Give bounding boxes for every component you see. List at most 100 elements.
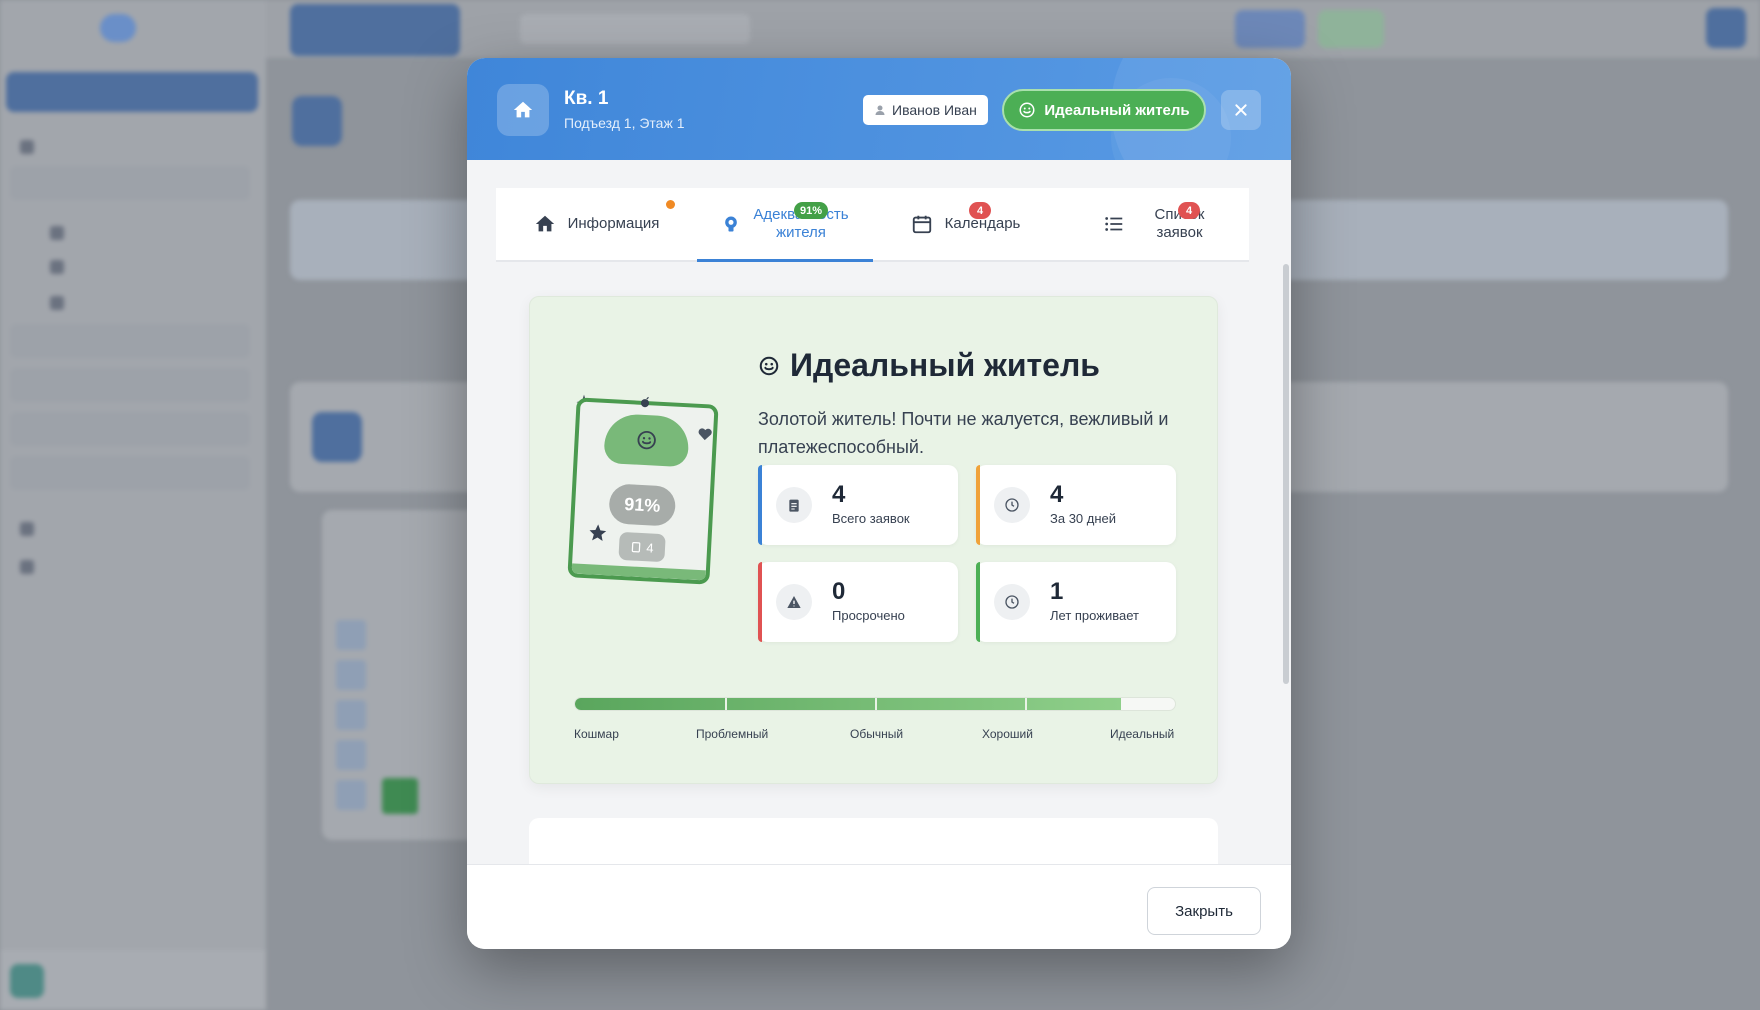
sidebar-item <box>20 518 240 540</box>
home-icon <box>497 84 549 136</box>
stat-value: 0 <box>832 578 846 605</box>
stat-value: 4 <box>832 481 846 508</box>
tab-calendar-badge: 4 <box>969 202 991 219</box>
sidebar-group <box>10 324 250 358</box>
warning-icon <box>787 596 801 608</box>
stat-label: Просрочено <box>832 608 905 623</box>
stat-value: 1 <box>1050 578 1064 605</box>
calendar-icon <box>912 215 931 234</box>
modal-scrollbar[interactable] <box>1283 264 1289 684</box>
sidebar-item <box>50 292 270 314</box>
sidebar-item <box>20 136 240 158</box>
close-icon <box>1235 104 1247 116</box>
scale-label: Обычный <box>850 727 904 741</box>
scale-label: Кошмар <box>574 727 619 741</box>
scale-label: Проблемный <box>696 727 769 741</box>
stat-label: За 30 дней <box>1050 511 1117 526</box>
sidebar-group <box>10 456 250 490</box>
card-icon <box>312 412 362 462</box>
stat-total-requests: 4 Всего заявок <box>758 465 958 545</box>
heart-icon <box>698 428 712 441</box>
list-icon <box>1104 217 1122 231</box>
clipboard-icon <box>789 499 799 512</box>
adequacy-scale <box>574 697 1176 711</box>
tab-requests-label-line2: заявок <box>1156 224 1203 241</box>
home-icon <box>535 215 554 232</box>
sidebar-group <box>10 368 250 402</box>
calendar-cell <box>336 700 366 730</box>
next-section-card <box>529 818 1218 864</box>
topbar-create-button <box>290 4 460 56</box>
bomb-icon <box>640 396 650 408</box>
rating-panel: 91% 4 Идеальный житель Золотой житель! П… <box>529 296 1218 784</box>
rating-description: Золотой житель! Почти не жалуется, вежли… <box>758 409 1169 457</box>
tab-bar: Информация Адекватностьжителя 91% Календ… <box>496 188 1249 262</box>
sidebar-group <box>10 166 250 200</box>
modal-title: Кв. 1 <box>564 88 609 109</box>
stat-years-living: 1 Лет проживает <box>976 562 1176 642</box>
tab-info-dot <box>666 200 675 209</box>
topbar <box>266 0 1760 58</box>
owner-name: Иванов Иван <box>892 102 977 118</box>
status-badge[interactable]: Идеальный житель <box>1002 89 1206 131</box>
smile-icon <box>637 430 656 450</box>
topbar-pill <box>1235 10 1305 48</box>
sidebar-group <box>10 412 250 446</box>
calendar-cell <box>336 660 366 690</box>
apartment-modal: Кв. 1 Подъезд 1, Этаж 1 Иванов Иван Идеа… <box>467 58 1291 949</box>
character-percent: 91% <box>608 483 677 527</box>
scale-label: Хороший <box>982 727 1033 741</box>
character-requests-count: 4 <box>646 539 655 556</box>
stat-value: 4 <box>1050 481 1064 508</box>
clipboard-icon <box>632 541 641 553</box>
adequacy-scale-fill <box>575 698 1121 710</box>
topbar-search <box>520 14 750 44</box>
tab-calendar[interactable]: Календарь 4 <box>873 188 1058 260</box>
tab-adequacy[interactable]: Адекватностьжителя 91% <box>697 188 873 262</box>
sidebar-item <box>50 256 270 278</box>
star-icon <box>589 524 607 541</box>
stat-label: Всего заявок <box>832 511 910 526</box>
sidebar <box>0 0 266 1010</box>
owner-chip[interactable]: Иванов Иван <box>863 95 988 125</box>
sidebar-item <box>50 222 270 244</box>
modal-footer: Закрыть <box>467 864 1291 949</box>
brain-icon <box>725 216 738 231</box>
character-face <box>603 412 690 468</box>
close-button[interactable] <box>1221 90 1261 130</box>
calendar-cell-today <box>382 778 418 814</box>
tab-adequacy-badge: 91% <box>794 202 829 219</box>
sidebar-item <box>20 556 240 578</box>
modal-body: Информация Адекватностьжителя 91% Календ… <box>467 160 1291 864</box>
character-requests: 4 <box>618 531 666 563</box>
smile-icon <box>1019 102 1035 118</box>
calendar-cell <box>336 740 366 770</box>
rating-title-text: Идеальный житель <box>790 347 1100 383</box>
smile-icon <box>759 356 779 375</box>
status-badge-label: Идеальный житель <box>1044 101 1190 119</box>
stat-overdue: 0 Просрочено <box>758 562 958 642</box>
page-icon <box>292 96 342 146</box>
scale-label: Идеальный <box>1110 727 1175 741</box>
topbar-pill <box>1318 10 1384 48</box>
tab-adequacy-label-line2: жителя <box>776 223 826 241</box>
sidebar-create-button <box>6 72 258 112</box>
logo <box>96 14 136 42</box>
tab-requests[interactable]: Списокзаявок 4 <box>1058 188 1249 260</box>
topbar-avatar <box>1706 8 1746 48</box>
tab-info-label: Информация <box>567 215 660 232</box>
clock-icon <box>1005 595 1019 609</box>
tab-requests-badge: 4 <box>1178 202 1200 219</box>
clock-icon <box>1005 498 1019 512</box>
stat-last-30-days: 4 За 30 дней <box>976 465 1176 545</box>
stat-label: Лет проживает <box>1050 608 1139 623</box>
calendar-cell <box>336 780 366 810</box>
rating-title: Идеальный житель <box>758 347 1100 384</box>
sidebar-user <box>0 950 266 1010</box>
close-modal-button[interactable]: Закрыть <box>1147 887 1261 935</box>
user-icon <box>875 105 885 115</box>
tab-info[interactable]: Информация <box>496 188 697 260</box>
modal-header: Кв. 1 Подъезд 1, Этаж 1 Иванов Иван Идеа… <box>467 58 1291 160</box>
modal-subtitle: Подъезд 1, Этаж 1 <box>564 115 685 131</box>
character-card: 91% 4 <box>567 397 719 585</box>
